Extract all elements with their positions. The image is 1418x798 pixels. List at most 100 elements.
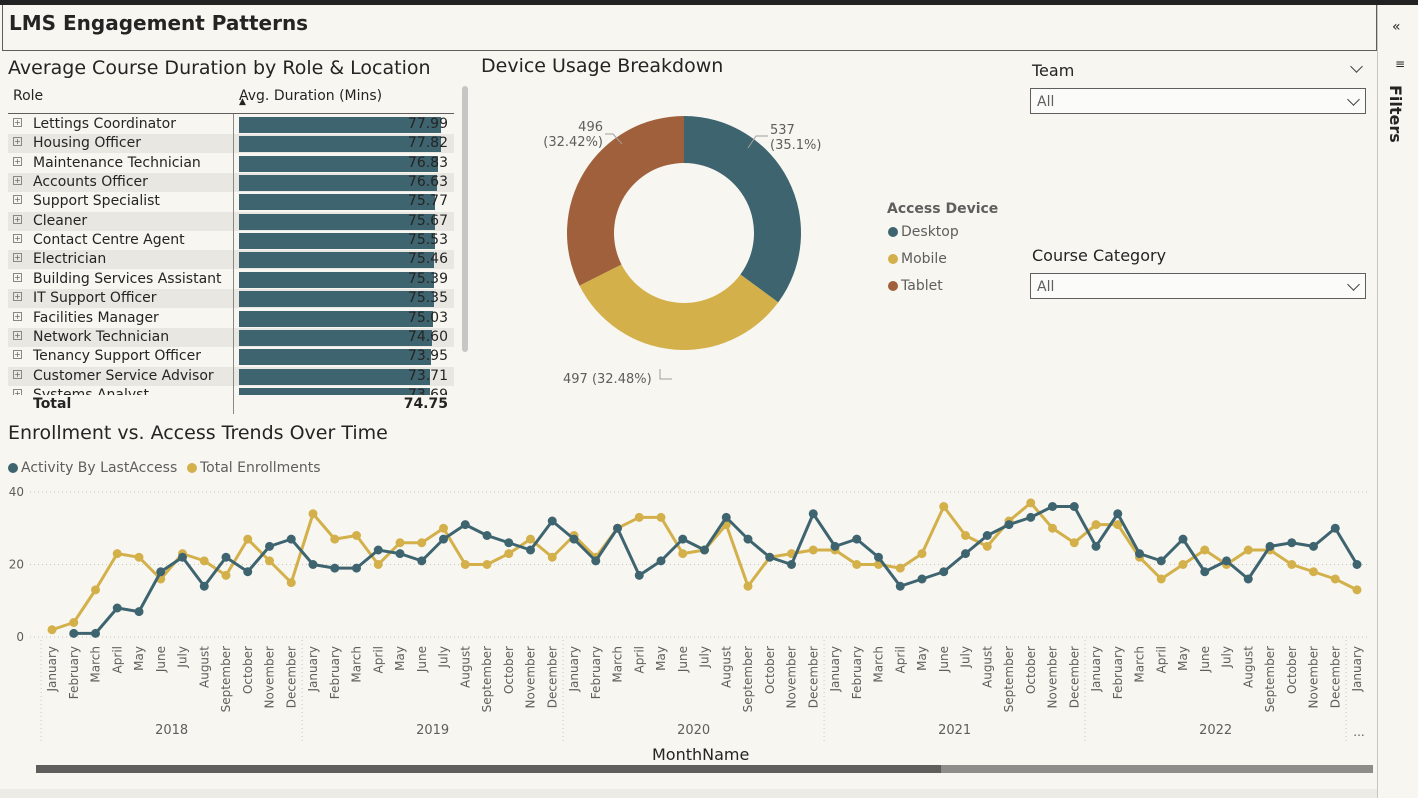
data-point[interactable] xyxy=(634,512,644,522)
data-point[interactable] xyxy=(221,552,231,562)
data-point[interactable] xyxy=(613,523,622,533)
data-point[interactable] xyxy=(830,541,840,551)
filters-label[interactable]: Filters xyxy=(1386,85,1405,143)
data-point[interactable] xyxy=(308,509,318,519)
table-row[interactable]: + IT Support Officer 75.35 xyxy=(8,289,454,309)
data-point[interactable] xyxy=(765,552,775,562)
data-point[interactable] xyxy=(1265,541,1275,551)
data-point[interactable] xyxy=(286,534,296,544)
data-point[interactable] xyxy=(939,502,949,511)
data-point[interactable] xyxy=(1243,574,1253,584)
data-point[interactable] xyxy=(482,560,492,569)
table-row[interactable]: + Electrician 75.46 xyxy=(8,250,454,270)
data-point[interactable] xyxy=(47,625,57,635)
line-chart[interactable]: 0 20 40 January February March April May June Jul… xyxy=(0,480,1377,745)
data-point[interactable] xyxy=(874,552,883,562)
data-point[interactable] xyxy=(439,523,448,533)
data-point[interactable] xyxy=(1113,509,1123,519)
data-point[interactable] xyxy=(961,549,970,559)
expand-icon[interactable]: + xyxy=(13,292,22,302)
legend-item-mobile[interactable]: Mobile xyxy=(888,251,947,267)
expand-icon[interactable]: + xyxy=(13,311,22,321)
data-point[interactable] xyxy=(417,538,427,548)
data-point[interactable] xyxy=(1026,512,1036,522)
data-point[interactable] xyxy=(460,560,470,569)
scrollbar-thumb[interactable] xyxy=(36,765,941,773)
table-body[interactable]: + Lettings Coordinator 77.99 + Housing Offic… xyxy=(8,114,454,395)
data-point[interactable] xyxy=(69,618,79,627)
table-row[interactable]: + Building Services Assistant 75.39 xyxy=(8,270,454,289)
data-point[interactable] xyxy=(1200,567,1210,577)
data-point[interactable] xyxy=(1048,502,1057,511)
data-point[interactable] xyxy=(721,512,731,522)
data-point[interactable] xyxy=(1222,556,1231,566)
data-point[interactable] xyxy=(265,556,274,566)
team-dropdown[interactable]: All xyxy=(1030,88,1366,114)
expand-icon[interactable]: + xyxy=(13,214,22,224)
table-row[interactable]: + Support Specialist 75.77 xyxy=(8,192,454,211)
column-header-role[interactable]: Role xyxy=(13,88,43,104)
data-point[interactable] xyxy=(482,531,492,540)
data-point[interactable] xyxy=(265,541,274,551)
data-point[interactable] xyxy=(1069,538,1079,548)
data-point[interactable] xyxy=(352,531,361,540)
data-point[interactable] xyxy=(917,574,927,584)
data-point[interactable] xyxy=(112,549,122,559)
data-point[interactable] xyxy=(917,549,927,559)
data-point[interactable] xyxy=(961,531,970,540)
data-point[interactable] xyxy=(852,534,862,544)
data-point[interactable] xyxy=(1330,574,1340,584)
data-point[interactable] xyxy=(852,560,862,569)
table-row[interactable]: + Contact Centre Agent 75.53 xyxy=(8,231,454,250)
data-point[interactable] xyxy=(1352,585,1362,595)
column-header-avg-duration[interactable]: ▲ Avg. Duration (Mins) xyxy=(239,88,382,107)
data-point[interactable] xyxy=(308,560,318,569)
data-point[interactable] xyxy=(1287,538,1297,548)
data-point[interactable] xyxy=(199,556,209,566)
expand-icon[interactable]: + xyxy=(13,156,22,166)
data-point[interactable] xyxy=(1309,567,1318,577)
data-point[interactable] xyxy=(243,534,253,544)
expand-icon[interactable]: + xyxy=(13,234,22,244)
expand-icon[interactable]: + xyxy=(13,195,22,205)
expand-icon[interactable]: + xyxy=(13,350,22,360)
data-point[interactable] xyxy=(395,538,405,548)
data-point[interactable] xyxy=(939,567,949,577)
table-row[interactable]: + Housing Officer 77.82 xyxy=(8,134,454,154)
data-point[interactable] xyxy=(787,560,796,569)
data-point[interactable] xyxy=(634,570,644,580)
legend-item-enrollments[interactable]: Total Enrollments xyxy=(187,460,321,476)
legend-item-desktop[interactable]: Desktop xyxy=(888,224,959,240)
legend-item-tablet[interactable]: Tablet xyxy=(888,278,943,294)
data-point[interactable] xyxy=(243,567,253,577)
table-row[interactable]: + Network Technician 74.60 xyxy=(8,327,454,347)
data-point[interactable] xyxy=(199,581,209,591)
expand-icon[interactable]: + xyxy=(13,253,22,263)
data-point[interactable] xyxy=(1156,574,1166,584)
data-point[interactable] xyxy=(1048,523,1057,533)
data-point[interactable] xyxy=(1178,534,1188,544)
data-point[interactable] xyxy=(178,552,187,562)
data-point[interactable] xyxy=(1200,545,1210,555)
legend-item-activity[interactable]: Activity By LastAccess xyxy=(8,460,177,476)
data-point[interactable] xyxy=(1330,523,1340,533)
table-row[interactable]: + Cleaner 75.67 xyxy=(8,211,454,231)
data-point[interactable] xyxy=(91,628,100,638)
data-point[interactable] xyxy=(1069,502,1079,511)
data-point[interactable] xyxy=(808,509,818,519)
data-point[interactable] xyxy=(526,534,535,544)
filters-pane[interactable]: « ≡ Filters xyxy=(1377,5,1418,798)
data-point[interactable] xyxy=(808,545,818,555)
table-row[interactable]: + Facilities Manager 75.03 xyxy=(8,309,454,328)
data-point[interactable] xyxy=(504,538,514,548)
data-point[interactable] xyxy=(1287,560,1297,569)
expand-icon[interactable]: + xyxy=(13,330,22,340)
table-row[interactable]: + Systems Analyst 73.69 xyxy=(8,386,454,395)
data-point[interactable] xyxy=(700,545,709,555)
data-point[interactable] xyxy=(134,552,144,562)
expand-icon[interactable]: + xyxy=(13,369,22,379)
data-point[interactable] xyxy=(373,560,383,569)
data-point[interactable] xyxy=(547,516,557,526)
table-scrollbar[interactable] xyxy=(462,86,468,352)
data-point[interactable] xyxy=(352,563,361,573)
